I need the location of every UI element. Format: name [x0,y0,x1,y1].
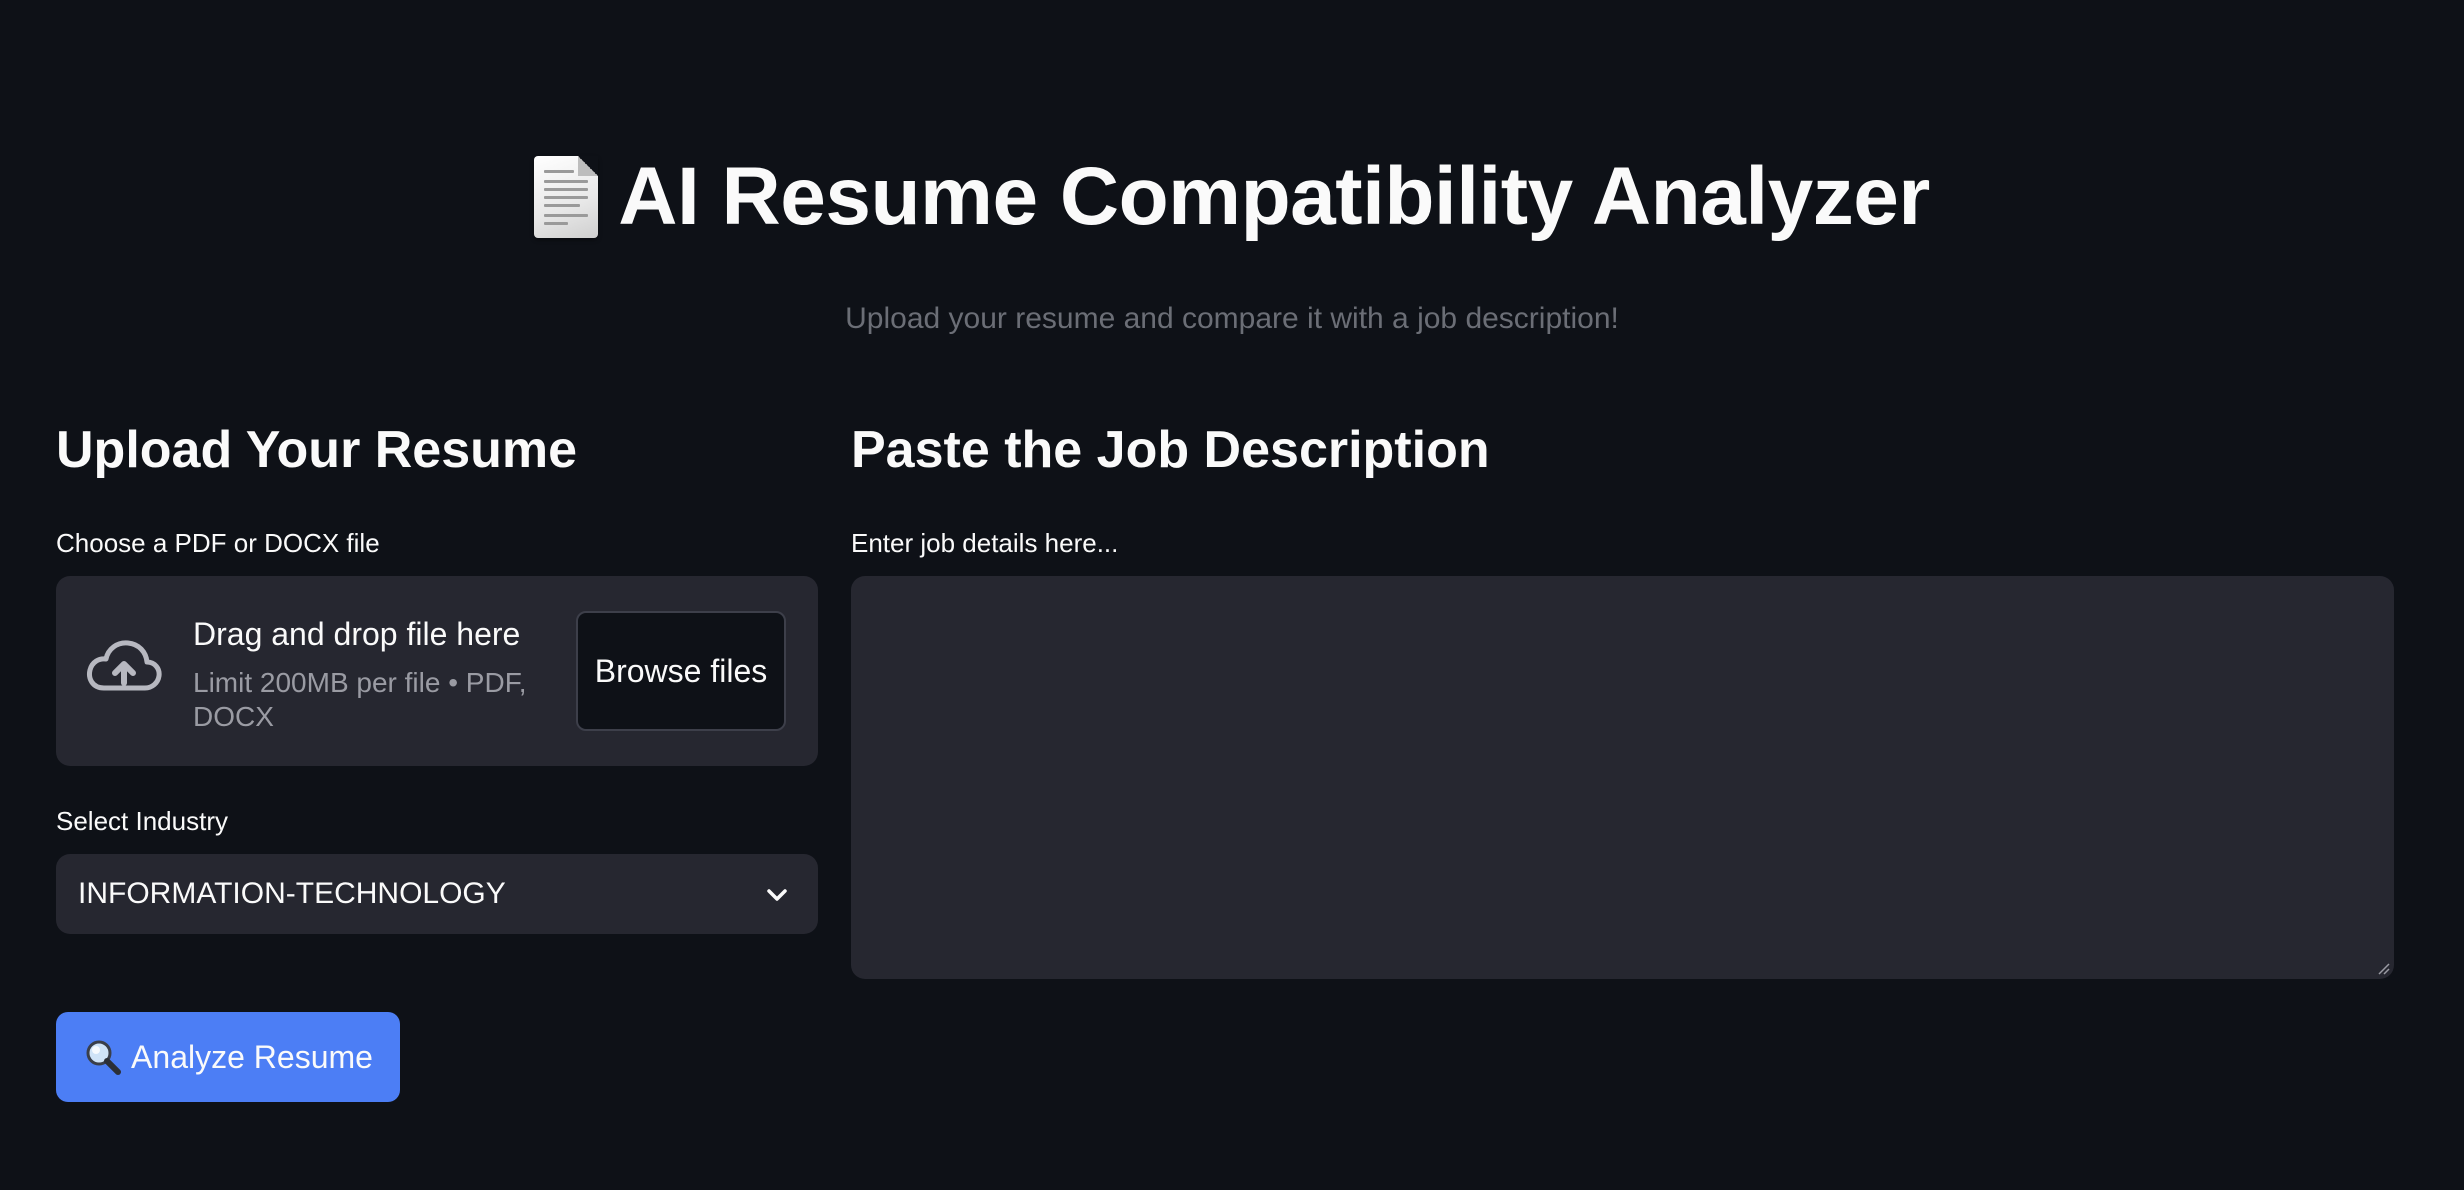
app-page: AI Resume Compatibility Analyzer Upload … [0,0,2464,1190]
industry-select-value: INFORMATION-TECHNOLOGY [78,877,506,910]
document-icon [534,156,599,238]
page-subtitle: Upload your resume and compare it with a… [845,302,1619,335]
job-description-label: Enter job details here... [851,528,1119,558]
job-description-textarea[interactable] [851,576,2394,979]
dropzone-instructions: Drag and drop file here [193,616,521,652]
cloud-upload-icon [87,640,162,691]
chevron-down-icon [767,889,787,901]
resize-handle-icon[interactable] [2376,961,2390,975]
analyze-resume-button[interactable]: Analyze Resume [56,1012,400,1102]
industry-select[interactable]: INFORMATION-TECHNOLOGY [56,854,818,934]
page-title-text: AI Resume Compatibility Analyzer [618,151,1930,242]
magnifier-icon [86,1040,122,1075]
job-description-heading: Paste the Job Description [851,421,1490,479]
upload-resume-heading: Upload Your Resume [56,421,578,479]
industry-select-label: Select Industry [56,806,228,836]
file-uploader-label: Choose a PDF or DOCX file [56,528,380,558]
file-dropzone[interactable]: Drag and drop file here Limit 200MB per … [56,576,818,766]
browse-files-button[interactable]: Browse files [576,611,786,731]
dropzone-limit-text: Limit 200MB per file • PDF, DOCX [193,667,527,732]
analyze-resume-label: Analyze Resume [131,1038,373,1075]
page-title: AI Resume Compatibility Analyzer [0,150,2464,244]
